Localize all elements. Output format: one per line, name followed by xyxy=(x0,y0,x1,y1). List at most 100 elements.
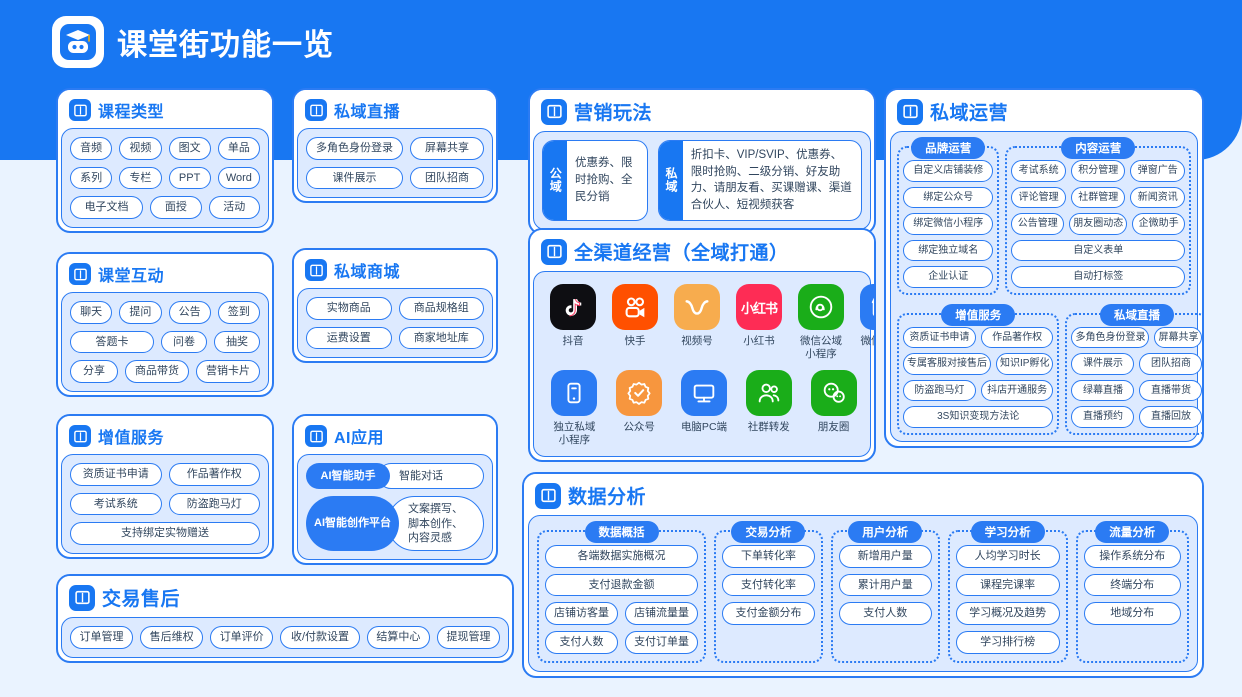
pill[interactable]: 绑定公众号 xyxy=(903,186,994,208)
pill[interactable]: 支付人数 xyxy=(545,630,619,654)
channel-pc[interactable]: 电脑PC端 xyxy=(680,370,729,446)
pill[interactable]: 营销卡片 xyxy=(196,360,260,383)
pill[interactable]: 多角色身份登录 xyxy=(1071,326,1150,348)
pill[interactable]: 人均学习时长 xyxy=(955,545,1060,568)
pill[interactable]: 学习概况及趋势 xyxy=(955,602,1060,625)
channel-douyin[interactable]: 抖音 xyxy=(550,284,596,360)
ai-creation-tag[interactable]: AI智能创作平台 xyxy=(306,496,399,552)
pill[interactable]: 聊天 xyxy=(70,301,113,324)
pill[interactable]: 支持绑定实物赠送 xyxy=(70,522,260,545)
pill[interactable]: 售后维权 xyxy=(140,626,204,649)
channel-group-share[interactable]: 社群转发 xyxy=(744,370,793,446)
pill[interactable]: 累计用户量 xyxy=(838,573,932,597)
pill[interactable]: 实物商品 xyxy=(306,297,392,320)
pill[interactable]: 弹窗广告 xyxy=(1130,160,1185,182)
pill[interactable]: 资质证书申请 xyxy=(903,326,976,348)
pill[interactable]: 屏幕共享 xyxy=(410,137,484,160)
pill[interactable]: 企业认证 xyxy=(903,266,994,288)
pill[interactable]: 防盗跑马灯 xyxy=(903,379,976,401)
pill[interactable]: 公告 xyxy=(168,301,211,324)
pill[interactable]: 终端分布 xyxy=(1083,573,1181,597)
pill[interactable]: 资质证书申请 xyxy=(70,463,162,486)
channel-shipinhao[interactable]: 视频号 xyxy=(674,284,720,360)
pill[interactable]: 视频 xyxy=(119,137,162,160)
pill[interactable]: 新闻资讯 xyxy=(1130,186,1185,208)
ai-assistant-tag[interactable]: AI智能助手 xyxy=(306,463,390,490)
pill[interactable]: 图文 xyxy=(168,137,211,160)
pill[interactable]: 屏幕共享 xyxy=(1154,326,1202,348)
channel-xiaohongshu[interactable]: 小红书 小红书 xyxy=(736,284,782,360)
pill[interactable]: 自定义店铺装修 xyxy=(903,160,994,182)
pill[interactable]: 积分管理 xyxy=(1070,160,1126,182)
ai-assistant-value[interactable]: 智能对话 xyxy=(378,463,484,490)
pill[interactable]: 答题卡 xyxy=(70,330,154,354)
pill[interactable]: 考试系统 xyxy=(70,492,162,516)
ai-creation-value[interactable]: 文案撰写、脚本创作、内容灵感 xyxy=(387,496,484,552)
pill[interactable]: 操作系统分布 xyxy=(1083,545,1181,568)
pill[interactable]: 店铺流量量 xyxy=(625,602,699,625)
pill[interactable]: 分享 xyxy=(70,360,118,383)
pill[interactable]: 团队招商 xyxy=(1139,353,1202,375)
pill[interactable]: 作品著作权 xyxy=(168,463,260,486)
pill[interactable]: 支付转化率 xyxy=(722,573,815,597)
pill[interactable]: 音频 xyxy=(70,137,113,160)
pill[interactable]: 系列 xyxy=(70,166,113,190)
pill[interactable]: 直播预约 xyxy=(1071,406,1135,428)
pill[interactable]: 活动 xyxy=(208,196,260,219)
pill[interactable]: 绿幕直播 xyxy=(1071,379,1135,401)
pill[interactable]: 运费设置 xyxy=(306,326,392,350)
pill[interactable]: 商家地址库 xyxy=(398,326,484,350)
pill[interactable]: 团队招商 xyxy=(410,166,484,190)
pill[interactable]: PPT xyxy=(168,166,211,190)
pill[interactable]: 地域分布 xyxy=(1083,602,1181,625)
pill[interactable]: 专属客服对接售后 xyxy=(903,353,991,375)
pill[interactable]: 提现管理 xyxy=(436,626,500,649)
pill[interactable]: 收/付款设置 xyxy=(280,626,360,649)
pill[interactable]: 朋友圈动态 xyxy=(1069,213,1128,235)
pill[interactable]: 电子文档 xyxy=(70,196,144,219)
pill[interactable]: 店铺访客量 xyxy=(545,602,619,625)
pill[interactable]: 商品规格组 xyxy=(398,297,484,320)
pill[interactable]: 绑定微信小程序 xyxy=(903,213,994,235)
pill[interactable]: 提问 xyxy=(119,301,162,324)
pill[interactable]: 签到 xyxy=(217,301,260,324)
pill[interactable]: 社群管理 xyxy=(1070,186,1126,208)
pill[interactable]: 3S知识变现方法论 xyxy=(903,406,1054,428)
pill[interactable]: 订单评价 xyxy=(210,626,274,649)
pill[interactable]: 支付订单量 xyxy=(625,630,699,654)
pill[interactable]: 作品著作权 xyxy=(980,326,1054,348)
pill[interactable]: 抖店开通服务 xyxy=(980,379,1054,401)
pill[interactable]: 多角色身份登录 xyxy=(306,137,404,160)
pill[interactable]: 各端数据实施概况 xyxy=(545,545,699,568)
pill[interactable]: 商品带货 xyxy=(125,360,189,383)
pill[interactable]: 新增用户量 xyxy=(838,545,932,568)
pill[interactable]: 公告管理 xyxy=(1011,213,1065,235)
pill[interactable]: 抽奖 xyxy=(214,330,260,354)
pill[interactable]: 学习排行榜 xyxy=(955,630,1060,654)
pill[interactable]: 评论管理 xyxy=(1011,186,1066,208)
pill[interactable]: 课件展示 xyxy=(306,166,404,190)
pill[interactable]: 课程完课率 xyxy=(955,573,1060,597)
pill[interactable]: Word xyxy=(217,166,260,190)
pill[interactable]: 问卷 xyxy=(161,330,207,354)
pill[interactable]: 知识IP孵化 xyxy=(996,353,1054,375)
pill[interactable]: 课件展示 xyxy=(1071,353,1135,375)
pill[interactable]: 自动打标签 xyxy=(1011,266,1185,288)
pill[interactable]: 下单转化率 xyxy=(722,545,815,568)
pill[interactable]: 直播带货 xyxy=(1139,379,1202,401)
pill[interactable]: 支付人数 xyxy=(838,602,932,625)
pill[interactable]: 直播回放 xyxy=(1139,406,1202,428)
pill[interactable]: 单品 xyxy=(217,137,260,160)
pill[interactable]: 专栏 xyxy=(119,166,162,190)
marketing-public-block[interactable]: 公域 优惠券、限时抢购、全民分销 xyxy=(542,140,648,221)
pill[interactable]: 自定义表单 xyxy=(1011,239,1185,261)
channel-moments[interactable]: 朋友圈 xyxy=(809,370,858,446)
pill[interactable]: 订单管理 xyxy=(70,626,134,649)
pill[interactable]: 考试系统 xyxy=(1011,160,1066,182)
pill[interactable]: 企微助手 xyxy=(1132,213,1185,235)
marketing-private-block[interactable]: 私域 折扣卡、VIP/SVIP、优惠券、限时抢购、二级分销、好友助力、请朋友看、… xyxy=(657,140,862,221)
pill[interactable]: 支付退款金额 xyxy=(545,573,699,597)
pill[interactable]: 面授 xyxy=(150,196,202,219)
channel-wechat-h5[interactable]: 微信H5店铺 xyxy=(860,284,874,360)
channel-kuaishou[interactable]: 快手 xyxy=(612,284,658,360)
